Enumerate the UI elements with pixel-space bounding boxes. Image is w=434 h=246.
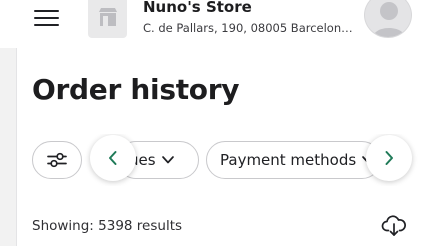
store-icon [99, 8, 117, 26]
payment-methods-filter-chip[interactable]: Payment methods [206, 141, 381, 179]
store-name[interactable]: Nuno's Store [143, 0, 252, 16]
menu-line [34, 10, 59, 12]
store-thumbnail[interactable] [88, 0, 127, 38]
scroll-fade [413, 134, 434, 186]
menu-line [34, 17, 59, 19]
scroll-right-button[interactable] [366, 135, 412, 181]
chevron-right-icon [385, 151, 393, 165]
chip-label: Payment methods [220, 151, 357, 169]
order-history-panel: Order history ues Payment methods Showin… [16, 48, 434, 246]
cloud-download-icon[interactable] [381, 214, 407, 238]
filter-bar: ues Payment methods [17, 134, 434, 186]
results-count: Showing: 5398 results [32, 218, 183, 234]
sliders-icon [47, 152, 67, 168]
hamburger-menu-icon[interactable] [28, 6, 64, 32]
menu-line [34, 24, 59, 26]
scroll-left-button[interactable] [90, 135, 136, 181]
user-avatar-icon[interactable] [364, 0, 412, 38]
chevron-down-icon [161, 156, 174, 164]
store-address: C. de Pallars, 190, 08005 Barcelona,... [143, 21, 353, 35]
filter-settings-button[interactable] [32, 141, 82, 179]
chevron-left-icon [109, 151, 117, 165]
top-header: Nuno's Store C. de Pallars, 190, 08005 B… [0, 0, 434, 48]
page-title: Order history [32, 73, 240, 106]
